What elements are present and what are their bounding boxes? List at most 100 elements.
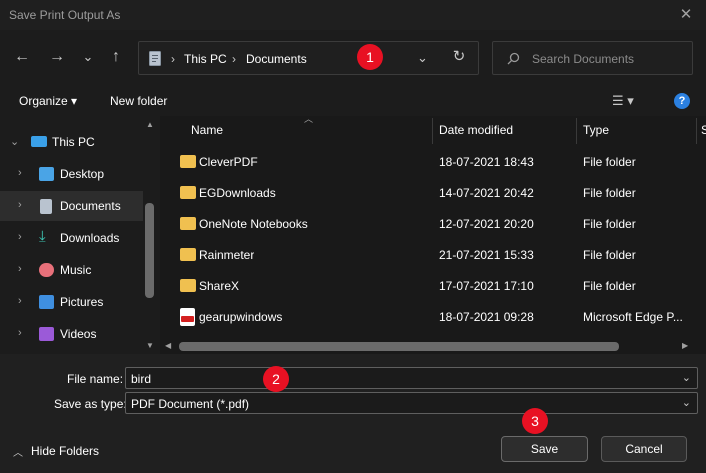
column-header-name[interactable]: Name: [191, 123, 223, 137]
file-date: 21-07-2021 15:33: [439, 248, 534, 262]
folder-icon: [180, 279, 196, 292]
file-name: EGDownloads: [199, 186, 276, 200]
sidebar-scrollbar-thumb[interactable]: [145, 203, 154, 298]
forward-arrow-icon[interactable]: →: [47, 47, 67, 67]
folder-icon: [180, 217, 196, 230]
scroll-left-icon[interactable]: ◀: [165, 341, 171, 350]
column-divider[interactable]: [696, 118, 697, 144]
pdf-file-icon: [180, 308, 195, 326]
file-type: File folder: [583, 186, 636, 200]
file-row[interactable]: gearupwindows 18-07-2021 09:28 Microsoft…: [172, 302, 694, 333]
up-arrow-icon[interactable]: ↑: [106, 47, 126, 67]
sidebar-item-pictures[interactable]: › Pictures: [0, 287, 143, 317]
sidebar-item-videos[interactable]: › Videos: [0, 319, 143, 349]
folder-icon: [180, 155, 196, 168]
cancel-button[interactable]: Cancel: [601, 436, 687, 462]
file-name: OneNote Notebooks: [199, 217, 308, 231]
file-type: File folder: [583, 217, 636, 231]
file-date: 12-07-2021 20:20: [439, 217, 534, 231]
back-arrow-icon[interactable]: ←: [12, 47, 32, 67]
save-as-type-label: Save as type:: [54, 397, 127, 411]
new-folder-button[interactable]: New folder: [110, 94, 167, 108]
chevron-down-icon[interactable]: ⌄: [682, 371, 691, 384]
expanded-chevron-icon: ⌄: [10, 136, 20, 148]
column-divider[interactable]: [576, 118, 577, 144]
desktop-icon: [39, 167, 54, 181]
sidebar-item-desktop[interactable]: › Desktop: [0, 159, 143, 189]
chevron-down-icon[interactable]: ⌄: [682, 396, 691, 409]
file-name: Rainmeter: [199, 248, 255, 262]
window-title: Save Print Output As: [9, 8, 121, 22]
sidebar-item-downloads[interactable]: › ⤓ Downloads: [0, 223, 143, 253]
file-type: File folder: [583, 155, 636, 169]
hide-folders-button[interactable]: Hide Folders: [31, 444, 99, 458]
command-bar: [0, 86, 706, 116]
computer-icon: [31, 136, 47, 147]
scroll-up-icon[interactable]: ▲: [146, 120, 154, 129]
file-name-label: File name:: [67, 372, 124, 386]
collapsed-chevron-icon: ›: [18, 231, 22, 243]
file-date: 18-07-2021 18:43: [439, 155, 534, 169]
sidebar-item-label: Music: [60, 263, 92, 277]
file-name: CleverPDF: [199, 155, 258, 169]
breadcrumb-documents[interactable]: Documents: [246, 52, 307, 66]
documents-icon: [40, 199, 52, 214]
close-icon[interactable]: ✕: [675, 4, 697, 26]
sidebar-item-label: Videos: [60, 327, 97, 341]
search-icon: [507, 52, 520, 65]
organize-menu[interactable]: Organize ▾: [19, 94, 77, 108]
sidebar-item-music[interactable]: › Music: [0, 255, 143, 285]
save-as-type-select[interactable]: PDF Document (*.pdf) ⌄: [125, 392, 698, 414]
sidebar-item-label: Desktop: [60, 167, 105, 181]
videos-icon: [39, 327, 54, 341]
recent-locations-chevron-icon[interactable]: ⌄: [78, 47, 98, 67]
search-input[interactable]: Search Documents: [492, 41, 693, 75]
column-header-type[interactable]: Type: [583, 123, 609, 137]
pictures-icon: [39, 295, 54, 309]
sidebar-item-label: Documents: [60, 199, 121, 213]
annotation-badge-1: 1: [357, 44, 383, 70]
documents-location-icon: [149, 51, 161, 66]
scroll-right-icon[interactable]: ▶: [682, 341, 688, 350]
title-bar: Save Print Output As ✕: [0, 0, 706, 30]
annotation-badge-2: 2: [263, 366, 289, 392]
breadcrumb-separator-icon: ›: [232, 52, 236, 66]
file-row[interactable]: OneNote Notebooks 12-07-2021 20:20 File …: [172, 209, 694, 240]
collapsed-chevron-icon: ›: [18, 295, 22, 307]
address-dropdown-icon[interactable]: ⌄: [417, 50, 428, 66]
file-row[interactable]: EGDownloads 14-07-2021 20:42 File folder: [172, 178, 694, 209]
column-divider[interactable]: [432, 118, 433, 144]
file-row[interactable]: Rainmeter 21-07-2021 15:33 File folder: [172, 240, 694, 271]
file-row[interactable]: ShareX 17-07-2021 17:10 File folder: [172, 271, 694, 302]
file-name-value: bird: [131, 372, 152, 386]
file-type: File folder: [583, 279, 636, 293]
column-header-date-modified[interactable]: Date modified: [439, 123, 513, 137]
hide-folders-chevron-icon[interactable]: ︿: [13, 444, 23, 459]
file-name-field[interactable]: bird ⌄: [125, 367, 698, 389]
breadcrumb-separator-icon: ›: [171, 52, 175, 66]
change-view-icon[interactable]: ☰ ▾: [612, 93, 634, 109]
sidebar-item-label: This PC: [52, 135, 95, 149]
sidebar-item-this-pc[interactable]: ⌄ This PC: [0, 127, 143, 157]
search-placeholder: Search Documents: [532, 52, 635, 66]
sort-ascending-icon: ︿: [304, 114, 314, 124]
downloads-icon: ⤓: [39, 228, 46, 245]
collapsed-chevron-icon: ›: [18, 327, 22, 339]
file-name: ShareX: [199, 279, 240, 293]
column-header-size[interactable]: S: [701, 123, 706, 137]
file-date: 18-07-2021 09:28: [439, 310, 534, 324]
address-bar[interactable]: › This PC › Documents ⌄: [138, 41, 479, 75]
horizontal-scrollbar-thumb[interactable]: [179, 342, 619, 351]
breadcrumb-this-pc[interactable]: This PC: [184, 52, 227, 66]
file-row[interactable]: CleverPDF 18-07-2021 18:43 File folder: [172, 147, 694, 178]
save-as-type-value: PDF Document (*.pdf): [131, 397, 250, 411]
file-name: gearupwindows: [199, 310, 283, 324]
refresh-icon[interactable]: ↻: [449, 47, 469, 67]
scroll-down-icon[interactable]: ▼: [146, 341, 154, 350]
sidebar-item-documents[interactable]: › Documents: [0, 191, 143, 221]
save-button[interactable]: Save: [501, 436, 588, 462]
file-type: Microsoft Edge P...: [583, 310, 683, 324]
help-icon[interactable]: ?: [674, 93, 690, 109]
folder-icon: [180, 186, 196, 199]
annotation-badge-3: 3: [522, 408, 548, 434]
